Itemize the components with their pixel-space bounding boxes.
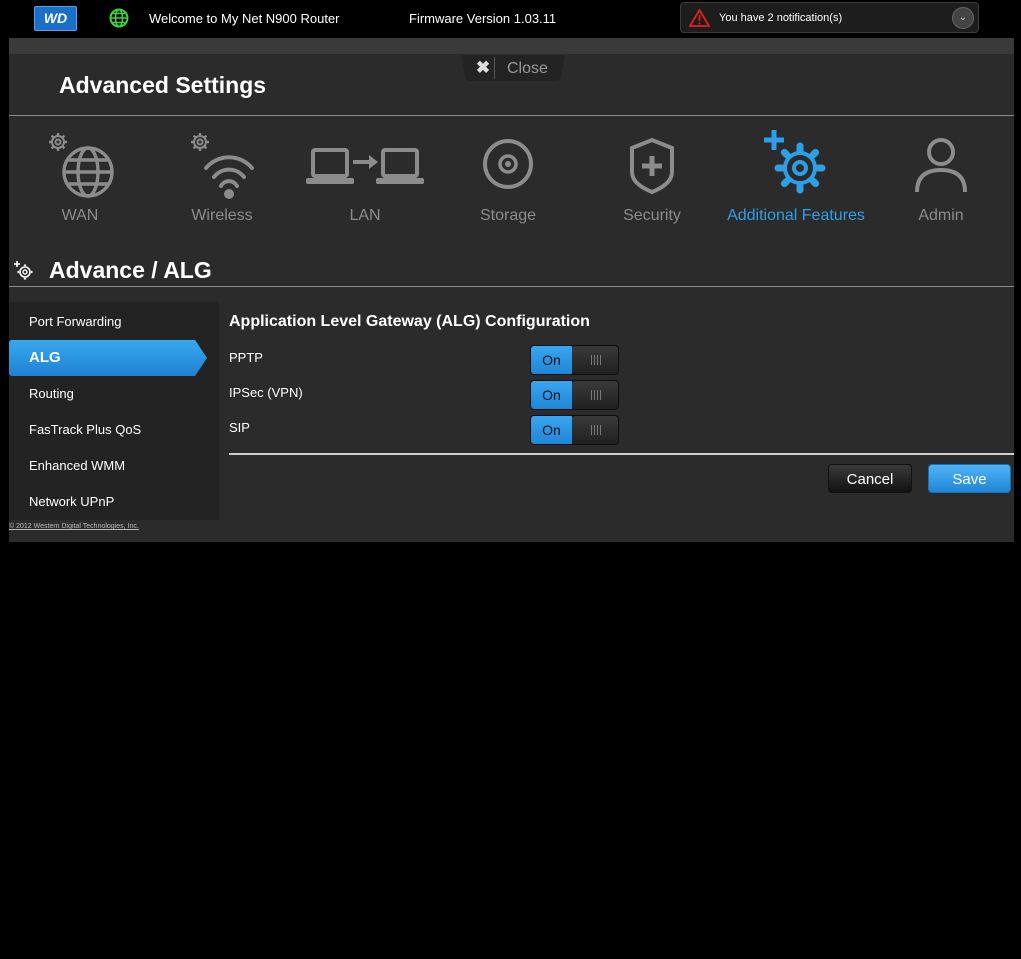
menu-item-alg[interactable]: ALG [9,340,207,376]
category-security[interactable]: Security [587,116,717,236]
toggle-on-label: On [531,416,572,444]
category-additional-features[interactable]: Additional Features [727,116,865,236]
sip-label: SIP [229,420,250,435]
menu-item-enhanced-wmm[interactable]: Enhanced WMM [9,448,219,484]
toggle-knob [572,416,618,444]
close-icon: ✖ [475,58,491,77]
pptp-label: PPTP [229,350,263,365]
category-nav: WAN Wireless LAN Storage Security Additi… [9,116,1014,236]
divider [229,453,1014,455]
warning-icon [689,9,710,27]
category-wan[interactable]: WAN [15,116,145,236]
toggle-knob [572,346,618,374]
toggle-knob [572,381,618,409]
category-storage[interactable]: Storage [443,116,573,236]
side-menu: Port Forwarding ALG Routing FasTrack Plu… [9,302,219,520]
alg-config-content: Application Level Gateway (ALG) Configur… [219,302,1014,520]
notification-bar[interactable]: You have 2 notification(s) ⌄ [680,2,979,33]
menu-item-port-forwarding[interactable]: Port Forwarding [9,304,219,340]
toggle-on-label: On [531,381,572,409]
config-title: Application Level Gateway (ALG) Configur… [229,313,590,330]
ipsec-label: IPSec (VPN) [229,385,303,400]
category-label: Security [623,207,681,224]
grip-icon [591,355,601,365]
section-title: Advance / ALG [49,257,212,283]
user-icon [915,138,967,193]
advanced-settings-panel: ✖ Close Advanced Settings WAN Wireless L… [9,38,1014,542]
ipsec-toggle[interactable]: On [530,380,619,410]
copyright-link[interactable]: © 2012 Western Digital Technologies, Inc… [9,523,139,530]
category-label: Wireless [191,207,253,224]
globe-gear-icon [49,133,114,198]
category-lan[interactable]: LAN [300,116,430,236]
category-label: WAN [61,207,99,224]
close-button[interactable]: ✖ Close [461,55,565,81]
plus-gear-icon [14,261,33,280]
page-title: Advanced Settings [59,72,267,98]
cancel-button[interactable]: Cancel [828,464,912,493]
shield-icon [630,137,674,195]
divider [9,286,1014,287]
welcome-text: Welcome to My Net N900 Router [149,11,340,26]
disc-icon [483,139,533,189]
top-bar: WD Welcome to My Net N900 Router Firmwar… [0,0,1021,38]
category-label: Storage [479,207,537,224]
category-admin[interactable]: Admin [876,116,1006,236]
menu-item-routing[interactable]: Routing [9,376,219,412]
category-label: Additional Features [727,207,865,224]
menu-item-network-upnp[interactable]: Network UPnP [9,484,219,520]
toggle-on-label: On [531,346,572,374]
wd-logo: WD [34,6,77,31]
close-label: Close [507,60,548,77]
footer: © 2012 Western Digital Technologies, Inc… [9,520,1014,542]
category-label: LAN [349,207,381,224]
lan-computers-icon [306,148,424,184]
chevron-down-icon[interactable]: ⌄ [952,7,974,29]
grip-icon [591,390,601,400]
close-divider [494,57,495,79]
sip-toggle[interactable]: On [530,415,619,445]
grip-icon [591,425,601,435]
category-label: Admin [918,207,964,224]
firmware-version: Firmware Version 1.03.11 [409,11,557,26]
panel-top-strip [9,38,1014,54]
globe-icon [109,8,129,28]
save-button[interactable]: Save [928,464,1011,493]
category-wireless[interactable]: Wireless [157,116,287,236]
menu-item-fastrack-plus-qos[interactable]: FasTrack Plus QoS [9,412,219,448]
plus-gear-icon [764,130,826,194]
notification-text: You have 2 notification(s) [719,12,843,24]
pptp-toggle[interactable]: On [530,345,619,375]
wifi-gear-icon [191,133,254,199]
